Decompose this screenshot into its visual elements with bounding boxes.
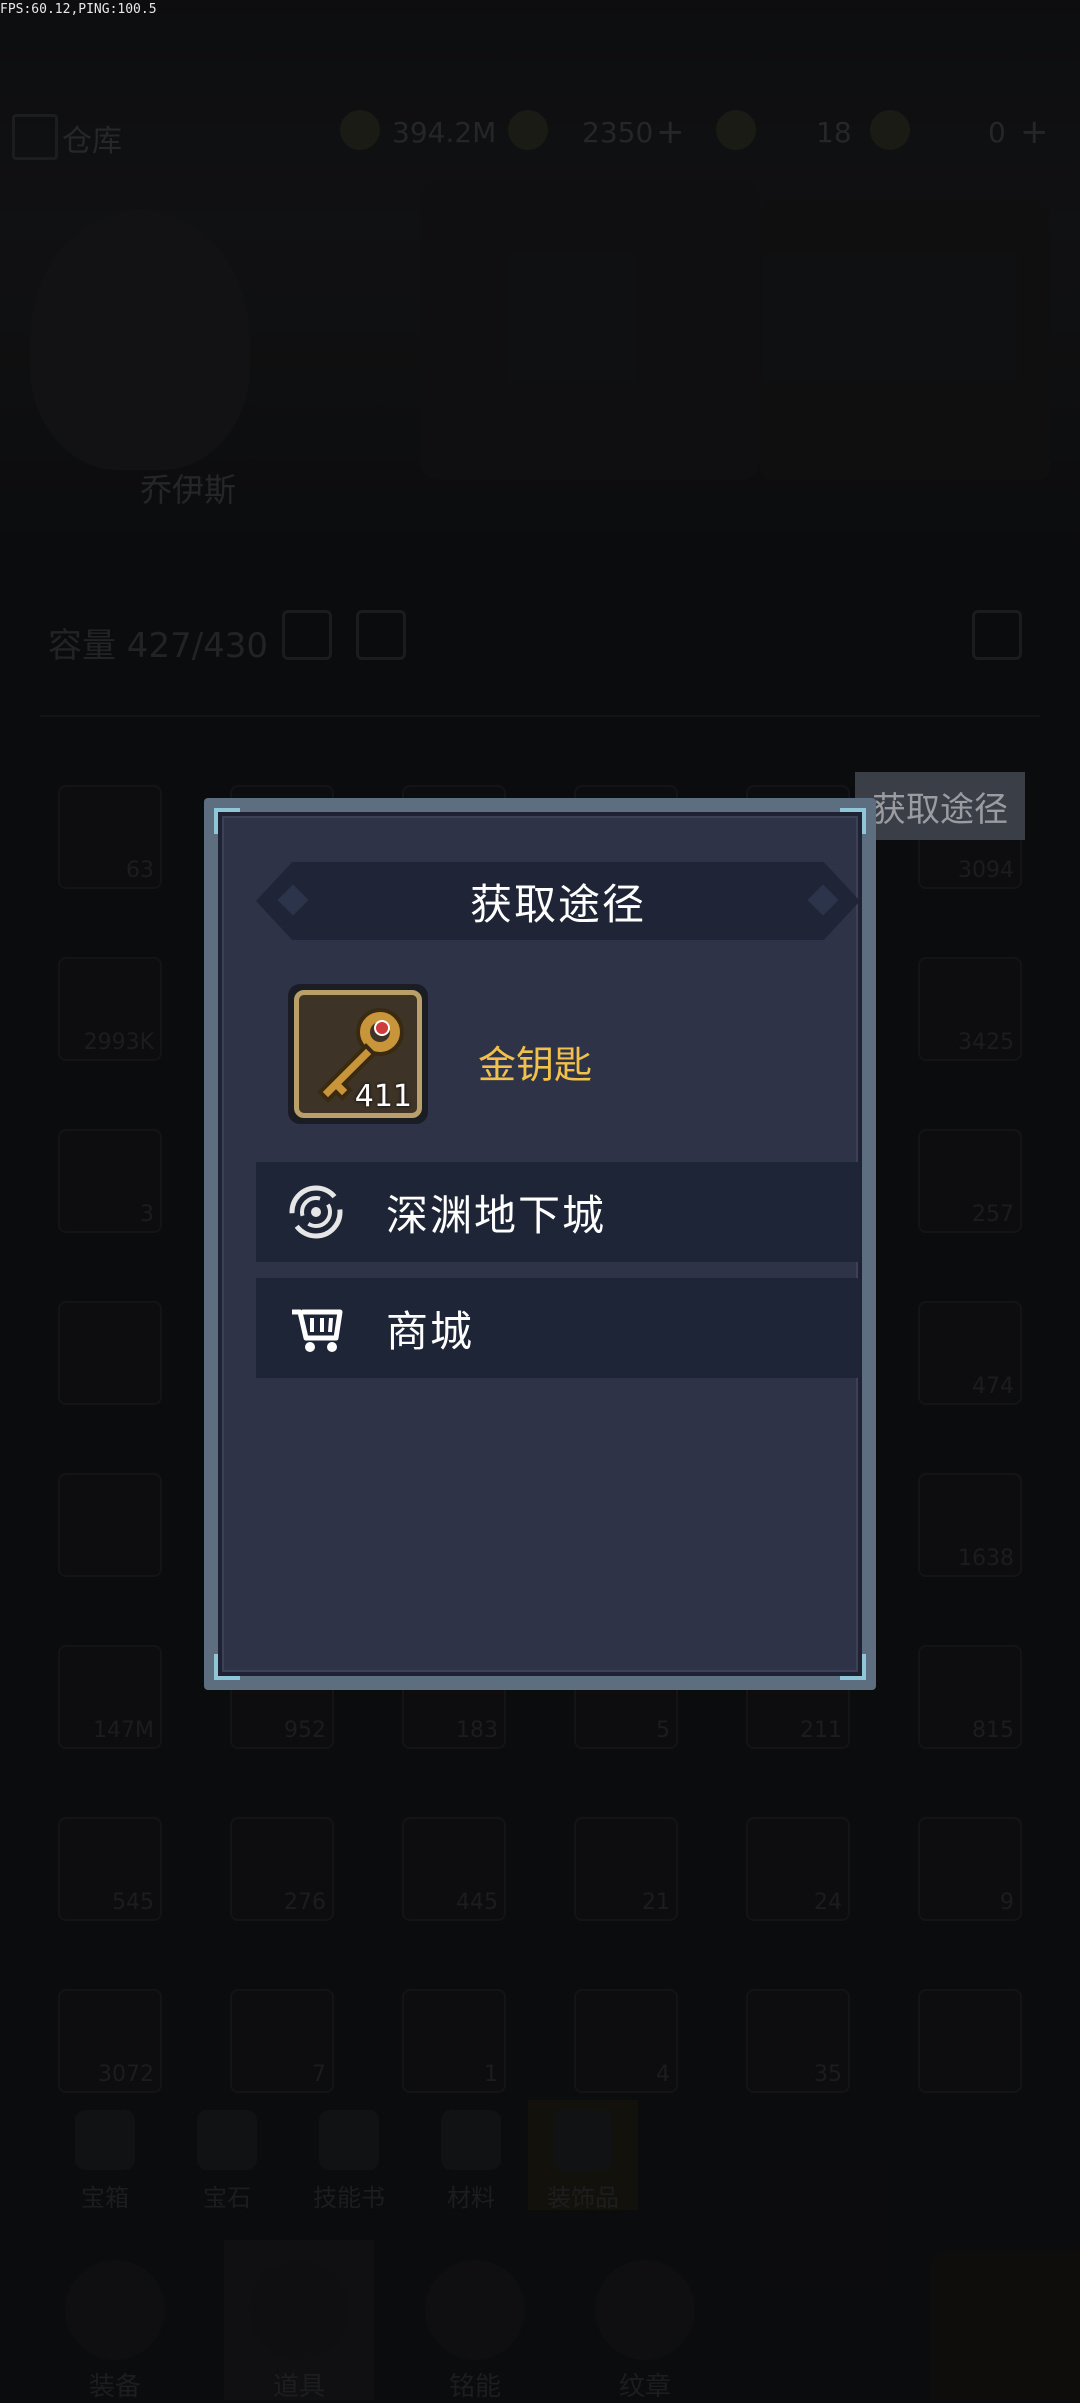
dialog-panel: 获取途径 411 金钥匙 深渊地下城 商城: [218, 812, 862, 1676]
corner-ornament: [840, 808, 866, 834]
side-tab-get-source: 获取途径: [855, 772, 1025, 840]
item-slot[interactable]: 411: [288, 984, 428, 1124]
fps-readout: FPS:60.12,PING:100.5: [0, 2, 157, 17]
corner-ornament: [214, 1654, 240, 1680]
source-shop[interactable]: 商城: [256, 1278, 860, 1378]
corner-ornament: [214, 808, 240, 834]
vortex-icon: [289, 1185, 343, 1239]
dialog-title: 获取途径: [469, 879, 646, 929]
title-banner: 获取途径: [256, 862, 860, 940]
get-source-dialog: 获取途径 411 金钥匙 深渊地下城 商城: [204, 798, 876, 1690]
shopping-cart-icon: [292, 1309, 343, 1352]
source-label: 深渊地下城: [386, 1190, 607, 1240]
source-label: 商城: [386, 1306, 475, 1356]
source-abyss-dungeon[interactable]: 深渊地下城: [256, 1162, 860, 1262]
item-count: 411: [354, 1079, 412, 1114]
item-name: 金钥匙: [478, 1043, 593, 1087]
corner-ornament: [840, 1654, 866, 1680]
